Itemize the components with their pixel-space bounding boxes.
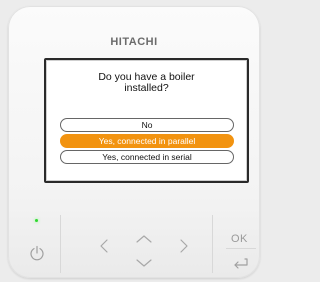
back-button[interactable]: [228, 253, 254, 273]
brand-logo: HITACHI: [110, 36, 158, 48]
power-icon: [30, 245, 44, 261]
lcd-screen: Do you have a boiler installed? No Yes, …: [44, 58, 249, 183]
chevron-down-icon: [136, 259, 152, 267]
right-button[interactable]: [172, 234, 196, 258]
down-button[interactable]: [131, 253, 157, 273]
chevron-left-icon: [100, 239, 108, 253]
chevron-right-icon: [180, 239, 188, 253]
return-arrow-icon: [234, 258, 248, 269]
status-led: [35, 219, 38, 222]
ok-back-divider: [226, 248, 256, 249]
up-button[interactable]: [131, 229, 157, 249]
ok-button[interactable]: OK: [231, 233, 248, 245]
button-divider-left: [60, 215, 61, 273]
question-line-2: installed?: [124, 82, 169, 94]
option-serial[interactable]: Yes, connected in serial: [60, 150, 234, 164]
option-parallel[interactable]: Yes, connected in parallel: [60, 134, 234, 148]
button-divider-right: [212, 215, 213, 273]
left-button[interactable]: [92, 234, 116, 258]
option-no[interactable]: No: [60, 118, 234, 132]
power-button[interactable]: [24, 240, 50, 266]
chevron-up-icon: [136, 235, 152, 243]
dialog-question: Do you have a boiler installed?: [46, 72, 247, 94]
